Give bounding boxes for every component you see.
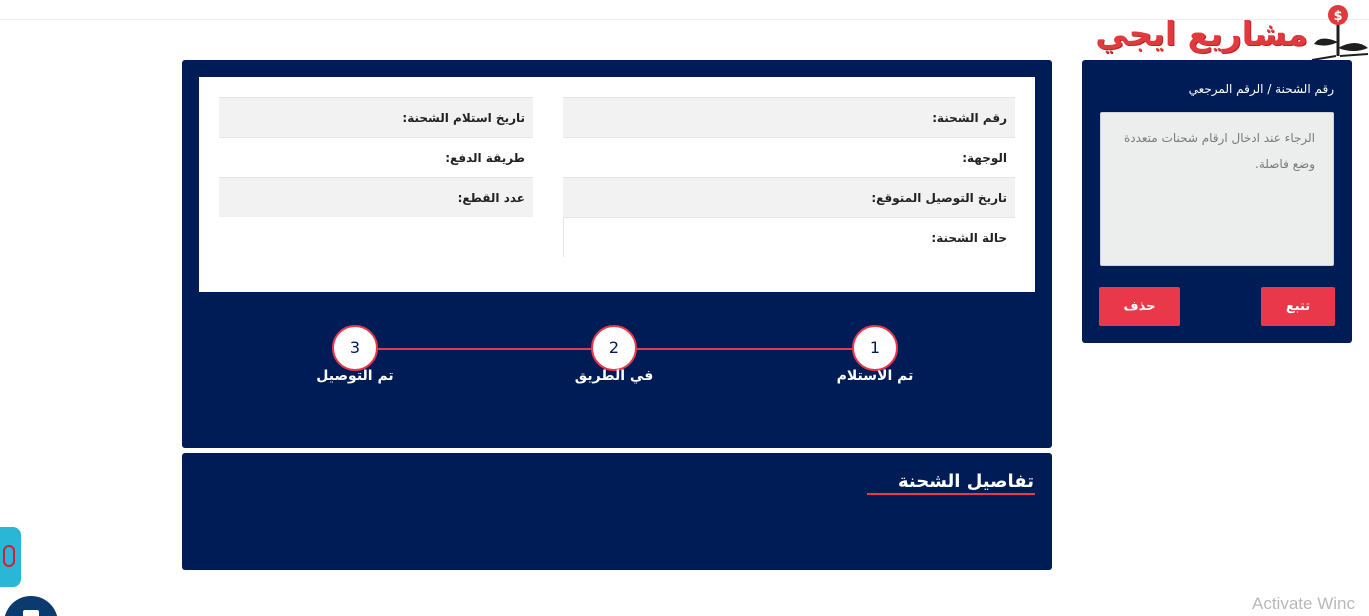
shipment-details-title: تفاصيل الشحنة [897,471,1034,492]
shipment-number-label: رقم الشحنة: [563,97,1015,137]
shipment-status-panel: رقم الشحنة: الوجهة: تاريخ التوصيل المتوق… [182,60,1052,448]
chat-icon[interactable] [4,596,58,616]
shipment-info-left-column: تاريخ استلام الشحنة: طريقة الدفع: عدد ال… [219,97,533,217]
activate-windows-watermark: Activate Winc [1252,594,1355,613]
step-3-circle: 3 [332,325,378,371]
step-2-label: في الطريق [574,368,654,384]
step-1-label: تم الاستلام [836,368,914,384]
delete-button[interactable]: حذف [1099,287,1180,326]
shipment-info-card: رقم الشحنة: الوجهة: تاريخ التوصيل المتوق… [199,77,1035,292]
pieces-count-label: عدد القطع: [219,177,533,217]
expected-delivery-date-label: تاريخ التوصيل المتوقع: [563,177,1015,217]
payment-method-label: طريقة الدفع: [219,137,533,177]
step-2-circle: 2 [591,325,637,371]
receipt-date-label: تاريخ استلام الشحنة: [219,97,533,137]
step-1-circle: 1 [852,325,898,371]
destination-label: الوجهة: [563,137,1015,177]
accessibility-widget-icon[interactable] [0,527,21,587]
svg-text:$: $ [1333,9,1342,24]
shipment-info-right-column: رقم الشحنة: الوجهة: تاريخ التوصيل المتوق… [563,97,1015,257]
money-plant-icon: $ [1311,5,1369,61]
title-underline [867,493,1035,495]
shipment-progress-steps: 1 تم الاستلام 2 في الطريق 3 تم التوصيل [182,320,1052,400]
shipment-details-panel: تفاصيل الشحنة [182,453,1052,570]
tracking-number-input[interactable] [1100,112,1334,266]
track-button[interactable]: تتبع [1261,287,1335,326]
site-logo[interactable]: مشاريع ايجي $ [1095,4,1369,62]
tracking-panel: رقم الشحنة / الرقم المرجعي تتبع حذف [1082,60,1352,343]
logo-text: مشاريع ايجي [1095,14,1309,53]
step-3-label: تم التوصيل [316,368,394,384]
shipment-status-label: حالة الشحنة: [563,217,1015,257]
tracking-number-label: رقم الشحنة / الرقم المرجعي [1188,82,1334,96]
